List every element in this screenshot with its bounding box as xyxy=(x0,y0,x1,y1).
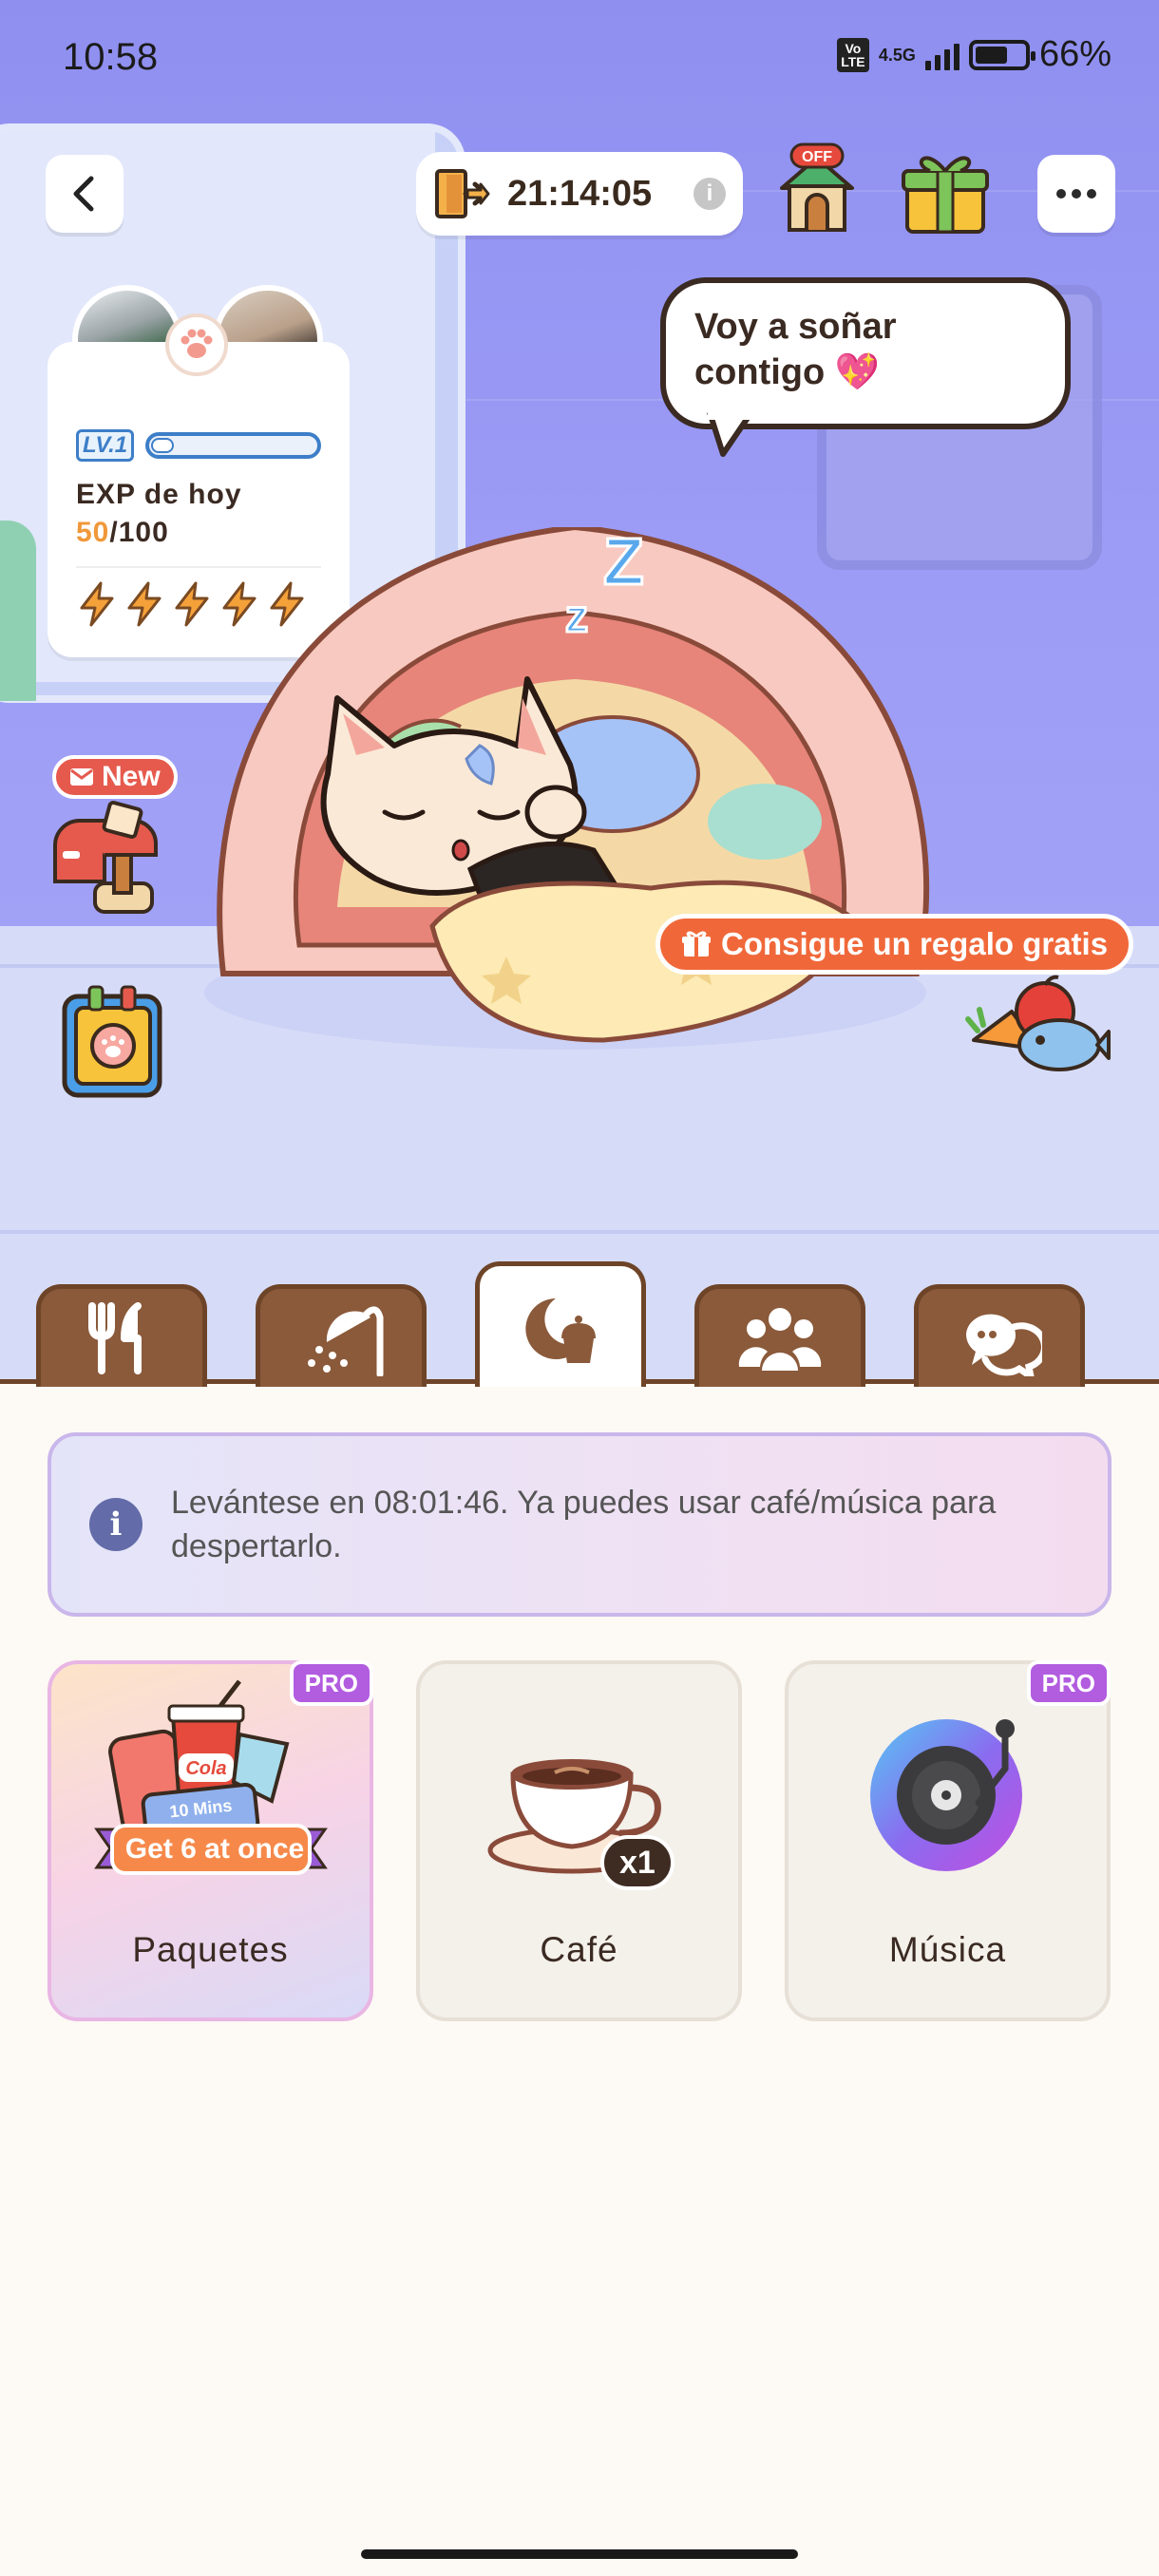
tab-chat[interactable] xyxy=(914,1284,1085,1387)
gift-box-icon[interactable] xyxy=(898,142,993,237)
cola-label: Cola xyxy=(185,1758,226,1779)
pro-badge: PRO xyxy=(1026,1660,1111,1706)
coffee-quantity-badge: x1 xyxy=(600,1835,674,1890)
network-type: 4.5G xyxy=(878,45,916,65)
battery-icon xyxy=(968,39,1036,70)
info-icon[interactable]: i xyxy=(694,178,726,210)
music-label: Música xyxy=(888,1930,1007,1969)
paw-icon xyxy=(165,313,228,376)
tab-feed[interactable] xyxy=(36,1284,207,1387)
dot xyxy=(1087,189,1096,199)
food-bundle-icon[interactable] xyxy=(964,974,1112,1083)
home-indicator[interactable] xyxy=(361,2549,798,2559)
tab-bath[interactable] xyxy=(256,1284,427,1387)
house-off-icon[interactable]: OFF xyxy=(774,142,860,237)
chat-bubbles-icon xyxy=(966,1314,1042,1376)
wake-info-box: i Levántese en 08:01:46. Ya puedes usar … xyxy=(48,1432,1112,1617)
tab-friends[interactable] xyxy=(694,1284,865,1387)
coffee-card[interactable]: x1 Café xyxy=(416,1660,742,2021)
status-time: 10:58 xyxy=(63,36,159,78)
people-icon xyxy=(738,1307,822,1371)
exp-current: 50 xyxy=(76,517,110,548)
speech-bubble: Voy a soñar contigo 💖 xyxy=(660,277,1071,457)
dot xyxy=(1056,189,1066,199)
free-gift-label: Consigue un regalo gratis xyxy=(721,926,1109,961)
free-gift-button[interactable]: Consigue un regalo gratis xyxy=(656,914,1134,975)
packs-banner-text: Get 6 at once xyxy=(124,1833,305,1865)
fork-knife-icon xyxy=(88,1301,142,1374)
new-badge-label: New xyxy=(102,761,161,792)
timer-value: 21:14:05 xyxy=(507,173,653,214)
wake-info-text: Levántese en 08:01:46. Ya puedes usar ca… xyxy=(171,1485,997,1564)
chevron-left-icon xyxy=(73,176,94,212)
level-badge: LV.1 xyxy=(76,429,135,462)
battery-percent: 66% xyxy=(1038,34,1112,74)
dot xyxy=(1072,189,1081,199)
speech-text: Voy a soñar contigo 💖 xyxy=(694,307,897,392)
envelope-icon xyxy=(70,768,93,786)
info-icon: i xyxy=(89,1498,142,1551)
tab-sleep[interactable] xyxy=(475,1261,646,1387)
packs-card[interactable]: PRO Cola 10 Mins Get 6 at once Paquetes xyxy=(48,1660,373,2021)
gift-icon xyxy=(682,931,711,957)
exp-total: /100 xyxy=(109,517,169,548)
sleeping-cat-bed[interactable]: Z z xyxy=(195,527,955,1059)
svg-text:Z: Z xyxy=(603,527,644,598)
svg-text:z: z xyxy=(565,592,588,642)
coffee-label: Café xyxy=(540,1930,618,1969)
signal-icon xyxy=(924,40,960,70)
bubble-tail xyxy=(707,412,755,457)
moon-cupcake-icon xyxy=(525,1297,596,1363)
shower-icon xyxy=(308,1305,384,1376)
mailbox-icon[interactable] xyxy=(48,798,180,921)
album-book-icon[interactable] xyxy=(55,983,169,1102)
svg-text:OFF: OFF xyxy=(802,149,832,165)
exp-label: EXP de hoy xyxy=(76,479,242,510)
music-card[interactable]: PRO Música xyxy=(785,1660,1111,2021)
packs-label: Paquetes xyxy=(132,1930,289,1969)
vinyl-record-icon xyxy=(869,1719,1022,1871)
energy-bolt-icon xyxy=(127,581,162,627)
door-exit-icon xyxy=(435,169,490,218)
volte-icon: Vo LTE xyxy=(836,37,869,72)
packs-banner: Get 6 at once xyxy=(93,1826,336,1873)
energy-bolt-icon xyxy=(80,581,114,627)
session-timer[interactable]: 21:14:05 i xyxy=(416,152,743,236)
status-icons: Vo LTE 4.5G 66% xyxy=(836,34,1112,75)
new-badge[interactable]: New xyxy=(52,755,178,799)
back-button[interactable] xyxy=(46,155,124,233)
more-options-button[interactable] xyxy=(1037,155,1115,233)
level-progress-bar xyxy=(145,432,321,459)
